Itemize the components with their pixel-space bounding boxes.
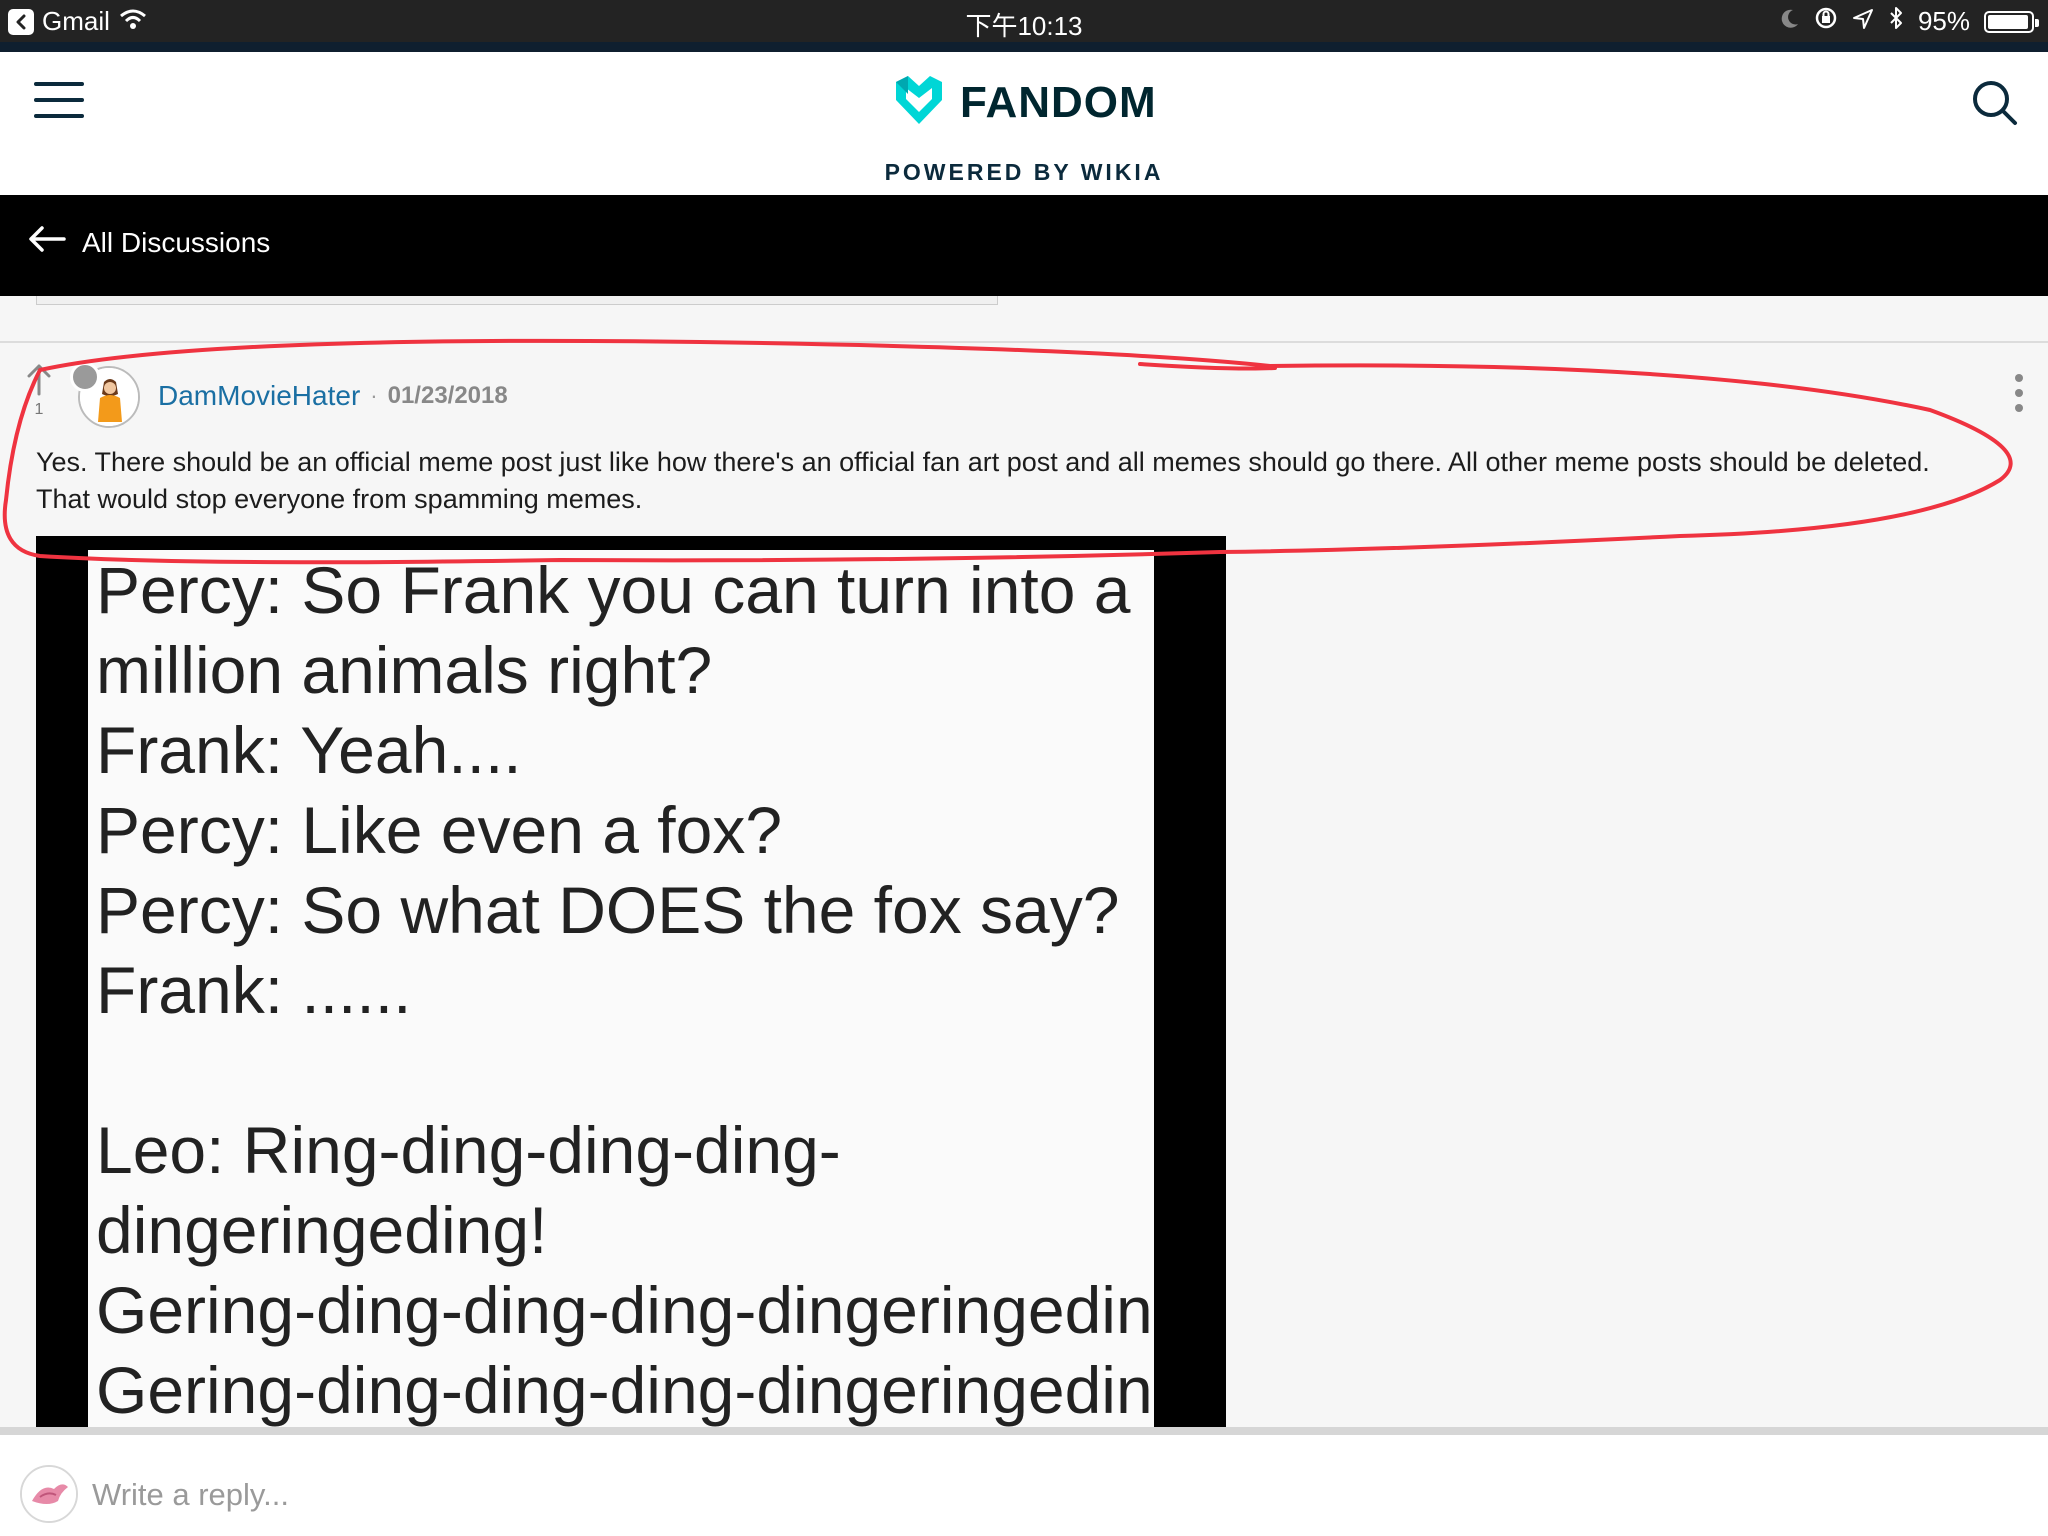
meta-separator: ·: [370, 383, 378, 408]
meme-line: Frank: Yeah....: [96, 713, 522, 787]
meme-line: million animals right?: [96, 633, 713, 707]
status-bar-divider: [0, 42, 2048, 52]
battery-percent: 95%: [1917, 6, 1970, 36]
status-time: 下午10:13: [965, 11, 1083, 41]
meme-line: Gering-ding-ding-ding-dingeringeding: [96, 1273, 1154, 1347]
post-divider: [0, 341, 2048, 343]
reply-bar: [0, 1427, 2048, 1536]
site-header: FANDOM: [0, 52, 2048, 151]
meme-line: Percy: Like even a fox?: [96, 793, 783, 867]
meme-line: Percy: So what DOES the fox say?: [96, 873, 1120, 947]
post-body: Yes. There should be an official meme po…: [36, 447, 1930, 514]
avatar-badge: [70, 362, 100, 392]
search-icon[interactable]: [1970, 78, 2020, 128]
upvote-count: 1: [34, 401, 44, 418]
status-bar: Gmail 下午10:13 95%: [0, 0, 2048, 42]
meme-line: dingeringeding!: [96, 1193, 548, 1267]
powered-by-wikia: POWERED BY WIKIA: [0, 150, 2048, 195]
all-discussions-back-link[interactable]: All Discussions: [28, 225, 270, 260]
battery-icon: [1984, 10, 2039, 33]
meme-line: Percy: So Frank you can turn into a: [96, 553, 1131, 627]
hamburger-icon[interactable]: [34, 82, 84, 118]
username-link[interactable]: DamMovieHater: [158, 380, 360, 412]
discussion-nav-bar: All Discussions: [0, 195, 2048, 296]
location-icon: [1852, 6, 1874, 37]
upvote-arrow-icon: [27, 364, 51, 396]
meme-text-panel: Percy: So Frank you can turn into a mill…: [88, 550, 1154, 1429]
meme-image[interactable]: Percy: So Frank you can turn into a mill…: [36, 536, 1226, 1429]
arrow-left-icon: [28, 225, 66, 260]
meme-line: Leo: Ring-ding-ding-ding-: [96, 1113, 841, 1187]
moon-icon: [1780, 6, 1800, 37]
reply-avatar: [20, 1465, 78, 1523]
post-date: 01/23/2018: [387, 382, 508, 409]
tab-strip-remnant: [36, 296, 998, 305]
logo-text: FANDOM: [960, 77, 1157, 127]
all-discussions-label: All Discussions: [82, 226, 271, 258]
post-meta: DamMovieHater · 01/23/2018: [158, 380, 508, 412]
meme-gap: [88, 1030, 1154, 1110]
fandom-logo[interactable]: FANDOM: [890, 72, 1157, 133]
fandom-heart-icon: [890, 72, 948, 133]
meme-line: Gering-ding-ding-ding-dingeringeding: [96, 1353, 1154, 1427]
reply-input[interactable]: [90, 1469, 1994, 1521]
upvote-button[interactable]: 1: [26, 362, 52, 419]
rotation-lock-icon: [1814, 6, 1838, 37]
meme-line: Frank: ......: [96, 953, 412, 1027]
bluetooth-icon: [1888, 6, 1904, 37]
more-vert-icon[interactable]: [2012, 374, 2026, 420]
